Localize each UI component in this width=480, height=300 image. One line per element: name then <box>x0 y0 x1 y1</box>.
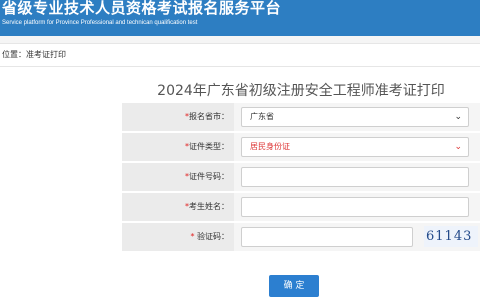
captcha-input[interactable] <box>241 227 413 247</box>
chevron-down-icon: ⌄ <box>454 112 462 122</box>
submit-button[interactable]: 确 定 <box>269 275 319 297</box>
province-row: *报名省市： 广东省 ⌄ <box>122 103 480 131</box>
id-number-input[interactable] <box>241 167 469 187</box>
id-type-label: *证件类型： <box>122 133 234 161</box>
id-number-label: *证件号码： <box>122 163 234 191</box>
site-header: 省级专业技术人员资格考试报名服务平台 Service platform for … <box>0 0 480 36</box>
captcha-label: * 验证码： <box>122 223 234 251</box>
captcha-row: * 验证码： 61143 <box>122 223 480 251</box>
id-number-row: *证件号码： <box>122 163 480 191</box>
province-label: *报名省市： <box>122 103 234 131</box>
province-select-value: 广东省 <box>250 112 274 121</box>
required-mark: * <box>190 232 195 241</box>
name-label: *考生姓名： <box>122 193 234 221</box>
province-select[interactable]: 广东省 ⌄ <box>241 107 469 127</box>
form-title: 2024年广东省初级注册安全工程师准考证打印 <box>157 83 445 99</box>
id-type-select-value: 居民身份证 <box>250 142 290 151</box>
id-type-row: *证件类型： 居民身份证 ⌄ <box>122 133 480 161</box>
id-type-select[interactable]: 居民身份证 ⌄ <box>241 137 469 157</box>
breadcrumb: 位置：准考证打印 <box>0 43 480 67</box>
name-row: *考生姓名： <box>122 193 480 221</box>
name-input[interactable] <box>241 197 469 217</box>
captcha-image[interactable]: 61143 <box>424 226 478 247</box>
chevron-down-icon: ⌄ <box>454 142 462 152</box>
header-spacer <box>0 36 480 43</box>
site-title: 省级专业技术人员资格考试报名服务平台 <box>2 0 282 17</box>
site-subtitle: Service platform for Province Profession… <box>2 20 198 26</box>
